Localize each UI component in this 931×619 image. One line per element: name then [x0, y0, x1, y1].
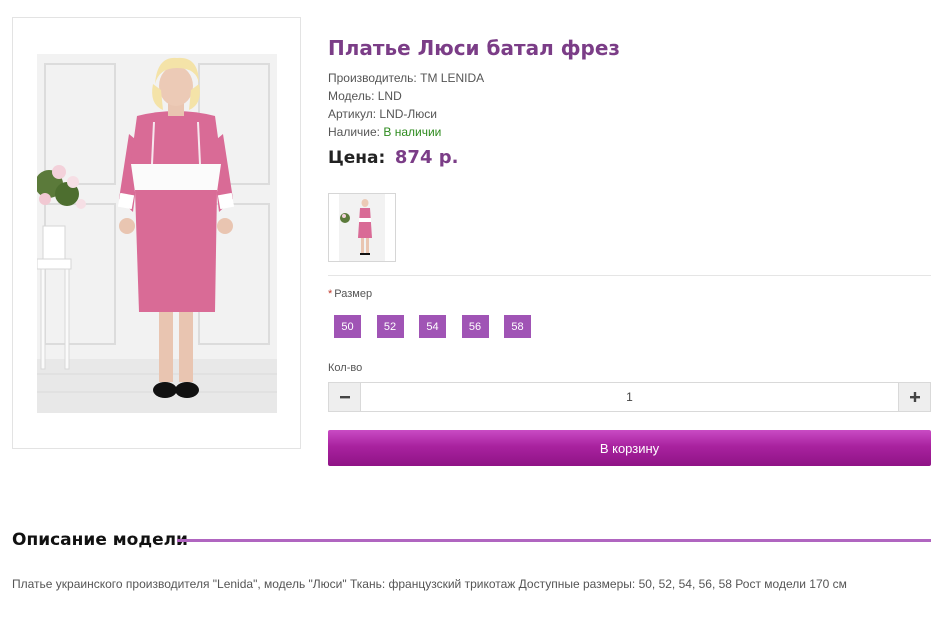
meta-label: Наличие: — [328, 125, 381, 139]
plus-icon — [909, 392, 920, 402]
meta-label: Артикул: — [328, 107, 377, 121]
size-option-56[interactable]: 56 — [461, 315, 489, 338]
price-label: Цена: — [328, 148, 386, 168]
availability-status: В наличии — [383, 125, 442, 139]
quantity-decrease-button[interactable] — [329, 383, 360, 411]
quantity-increase-button[interactable] — [899, 383, 930, 411]
product-photo[interactable] — [37, 54, 277, 413]
price-value: 874 р. — [394, 147, 459, 168]
product-meta: Производитель: TM LENIDA Модель: LND Арт… — [328, 69, 484, 141]
quantity-input[interactable] — [360, 383, 899, 411]
description-heading: Описание модели — [12, 530, 188, 550]
size-options: 50 52 54 56 58 — [334, 315, 547, 338]
product-title: Платье Люси батал фрез — [328, 36, 621, 60]
quantity-stepper — [328, 382, 931, 412]
size-label: * Размер — [328, 288, 372, 300]
size-label-text: Размер — [334, 288, 373, 300]
price: Цена: 874 р. — [328, 147, 458, 168]
manufacturer-link[interactable]: TM LENIDA — [420, 71, 484, 85]
size-option-58[interactable]: 58 — [504, 315, 531, 338]
meta-value: LND-Люси — [379, 107, 438, 121]
size-option-50[interactable]: 50 — [334, 315, 361, 338]
size-option-54[interactable]: 54 — [419, 315, 446, 338]
divider — [328, 275, 931, 276]
model-row: Модель: LND — [328, 87, 484, 105]
product-thumbnail[interactable] — [328, 193, 396, 262]
quantity-label: Кол-во — [328, 362, 363, 374]
size-option-52[interactable]: 52 — [376, 315, 404, 338]
add-to-cart-button[interactable]: В корзину — [328, 430, 931, 466]
required-mark: * — [328, 288, 333, 300]
meta-value: LND — [377, 89, 402, 103]
minus-icon — [339, 396, 350, 399]
description-text: Платье украинского производителя "Lenida… — [12, 577, 847, 591]
product-image-frame[interactable] — [12, 17, 301, 449]
description-divider — [177, 539, 931, 542]
sku-row: Артикул: LND-Люси — [328, 105, 484, 123]
meta-label: Производитель: — [328, 71, 417, 85]
manufacturer-row: Производитель: TM LENIDA — [328, 69, 484, 87]
availability-row: Наличие: В наличии — [328, 123, 484, 141]
meta-label: Модель: — [328, 89, 375, 103]
